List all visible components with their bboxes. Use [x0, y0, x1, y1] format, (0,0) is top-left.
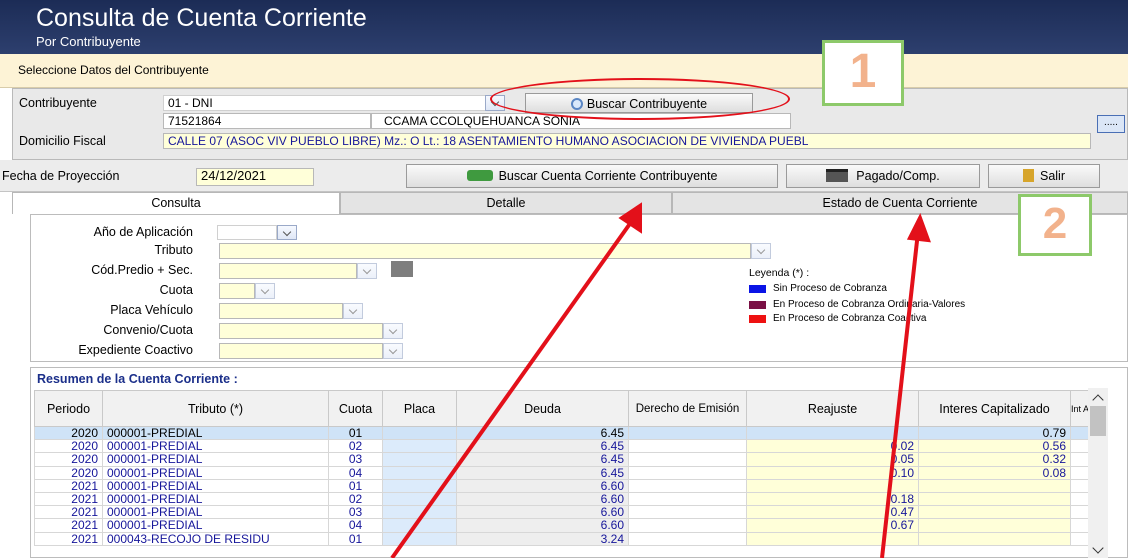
- annotation-arrows: [390, 202, 931, 558]
- annotation-arrow-detalle: [390, 216, 636, 558]
- annotation-arrowhead-detalle: [618, 202, 642, 234]
- annotation-arrowhead-estado: [906, 212, 931, 243]
- annotation-arrow-estado: [880, 231, 920, 558]
